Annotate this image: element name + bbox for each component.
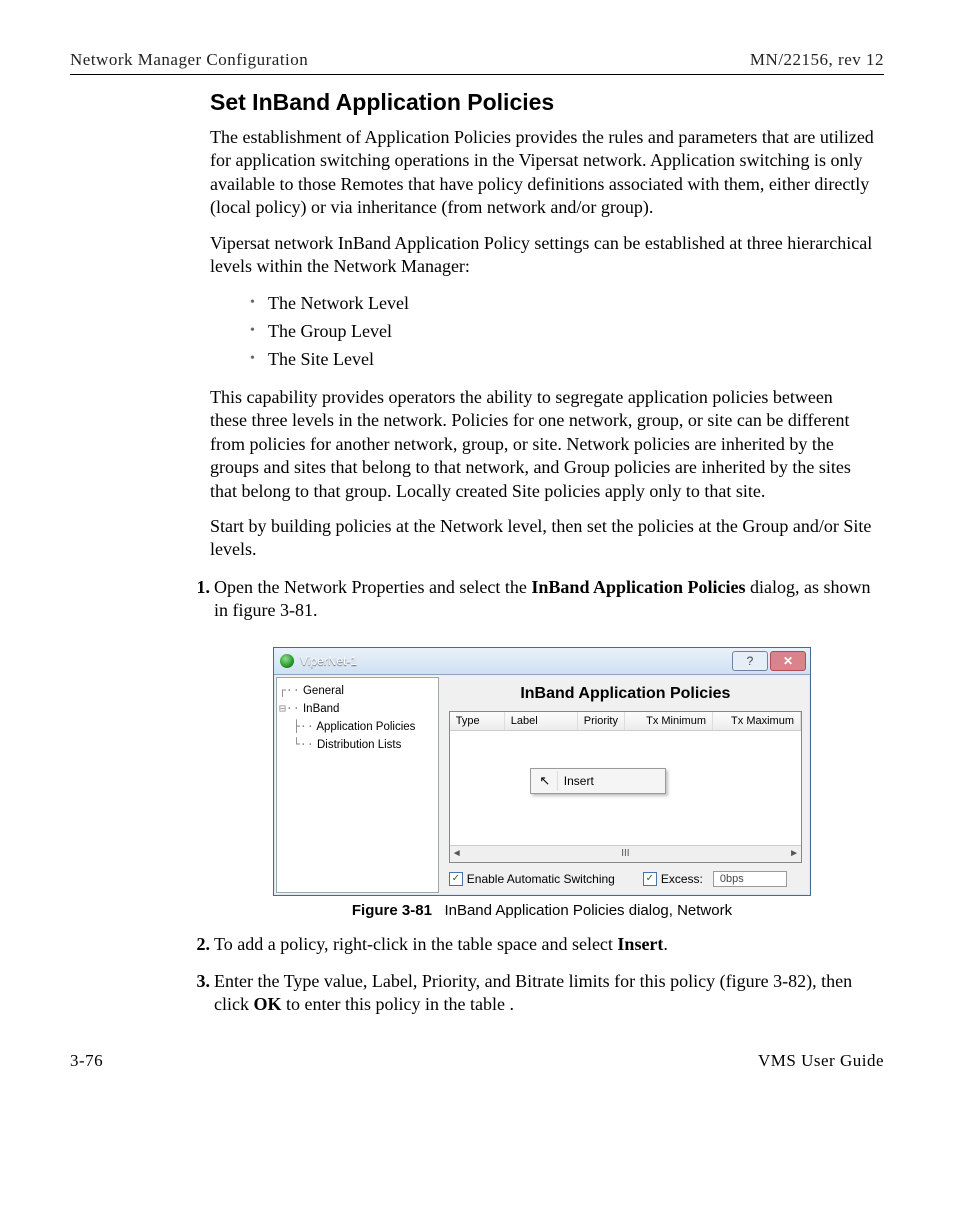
excess-checkbox[interactable]: ✓ [643, 872, 657, 886]
step-text: Open the Network Properties and select t… [214, 577, 531, 597]
header-right: MN/22156, rev 12 [750, 50, 884, 70]
scroll-thumb[interactable]: III [621, 848, 629, 859]
enable-auto-switching-checkbox[interactable]: ✓ [449, 872, 463, 886]
help-icon: ? [747, 655, 754, 667]
col-tx-maximum[interactable]: Tx Maximum [713, 712, 801, 730]
step-2: 2. To add a policy, right-click in the t… [182, 933, 874, 956]
list-item: The Network Level [250, 290, 874, 318]
col-tx-minimum[interactable]: Tx Minimum [625, 712, 713, 730]
horizontal-scrollbar[interactable]: ◄ III ► [450, 845, 801, 862]
tree-node-application-policies[interactable]: ├·· Application Policies [279, 718, 436, 736]
help-button[interactable]: ? [732, 651, 768, 671]
step-number: 1. [182, 576, 210, 599]
titlebar[interactable]: ViperNet-1 ? ✕ [274, 648, 810, 675]
paragraph-start: Start by building policies at the Networ… [210, 515, 874, 562]
header-rule [70, 74, 884, 75]
section-heading: Set InBand Application Policies [210, 89, 874, 116]
table-header-row: Type Label Priority Tx Minimum Tx Maximu… [450, 712, 801, 731]
window-title: ViperNet-1 [300, 654, 357, 668]
paragraph-inheritance: This capability provides operators the a… [210, 386, 874, 503]
enable-auto-switching-label: Enable Automatic Switching [467, 872, 615, 886]
header-left: Network Manager Configuration [70, 50, 308, 70]
close-button[interactable]: ✕ [770, 651, 806, 671]
dialog-window: ViperNet-1 ? ✕ ┌·· General ⊟·· InBand ├·… [273, 647, 811, 896]
page-number: 3-76 [70, 1051, 103, 1071]
step-strong: Insert [617, 934, 663, 954]
list-item: The Group Level [250, 318, 874, 346]
app-icon [280, 654, 294, 668]
figure-caption-text: InBand Application Policies dialog, Netw… [444, 902, 732, 919]
scroll-right-icon[interactable]: ► [789, 848, 799, 859]
step-text: to enter this policy in the table . [282, 994, 514, 1014]
tree-node-distribution-lists[interactable]: └·· Distribution Lists [279, 736, 436, 754]
col-type[interactable]: Type [450, 712, 505, 730]
close-icon: ✕ [783, 655, 793, 667]
nav-tree[interactable]: ┌·· General ⊟·· InBand ├·· Application P… [276, 677, 439, 893]
scroll-left-icon[interactable]: ◄ [452, 848, 462, 859]
step-text: To add a policy, right-click in the tabl… [214, 934, 617, 954]
step-number: 2. [182, 933, 210, 956]
step-number: 3. [182, 970, 210, 993]
step-3: 3. Enter the Type value, Label, Priority… [182, 970, 874, 1017]
paragraph-intro: The establishment of Application Policie… [210, 126, 874, 220]
tree-node-inband[interactable]: ⊟·· InBand [279, 700, 436, 718]
paragraph-levels-lead: Vipersat network InBand Application Poli… [210, 232, 874, 279]
col-priority[interactable]: Priority [578, 712, 625, 730]
figure-caption: Figure 3-81 InBand Application Policies … [352, 902, 732, 919]
panel-title: InBand Application Policies [449, 685, 802, 703]
policies-table[interactable]: Type Label Priority Tx Minimum Tx Maximu… [449, 711, 802, 863]
context-menu[interactable]: ↖ Insert [530, 768, 666, 794]
figure-3-81: ViperNet-1 ? ✕ ┌·· General ⊟·· InBand ├·… [210, 647, 874, 919]
list-item: The Site Level [250, 346, 874, 374]
footer-guide-title: VMS User Guide [758, 1051, 884, 1071]
step-strong: OK [253, 994, 281, 1014]
col-label[interactable]: Label [505, 712, 578, 730]
step-text: . [663, 934, 668, 954]
step-strong: InBand Application Policies [531, 577, 745, 597]
figure-label: Figure 3-81 [352, 902, 432, 919]
context-menu-item-insert[interactable]: Insert [564, 774, 594, 788]
excess-value[interactable]: 0bps [713, 871, 787, 887]
excess-label: Excess: [661, 872, 703, 886]
levels-list: The Network Level The Group Level The Si… [250, 290, 874, 374]
cursor-icon: ↖ [533, 771, 558, 791]
step-1: 1. Open the Network Properties and selec… [182, 576, 874, 623]
tree-node-general[interactable]: ┌·· General [279, 682, 436, 700]
